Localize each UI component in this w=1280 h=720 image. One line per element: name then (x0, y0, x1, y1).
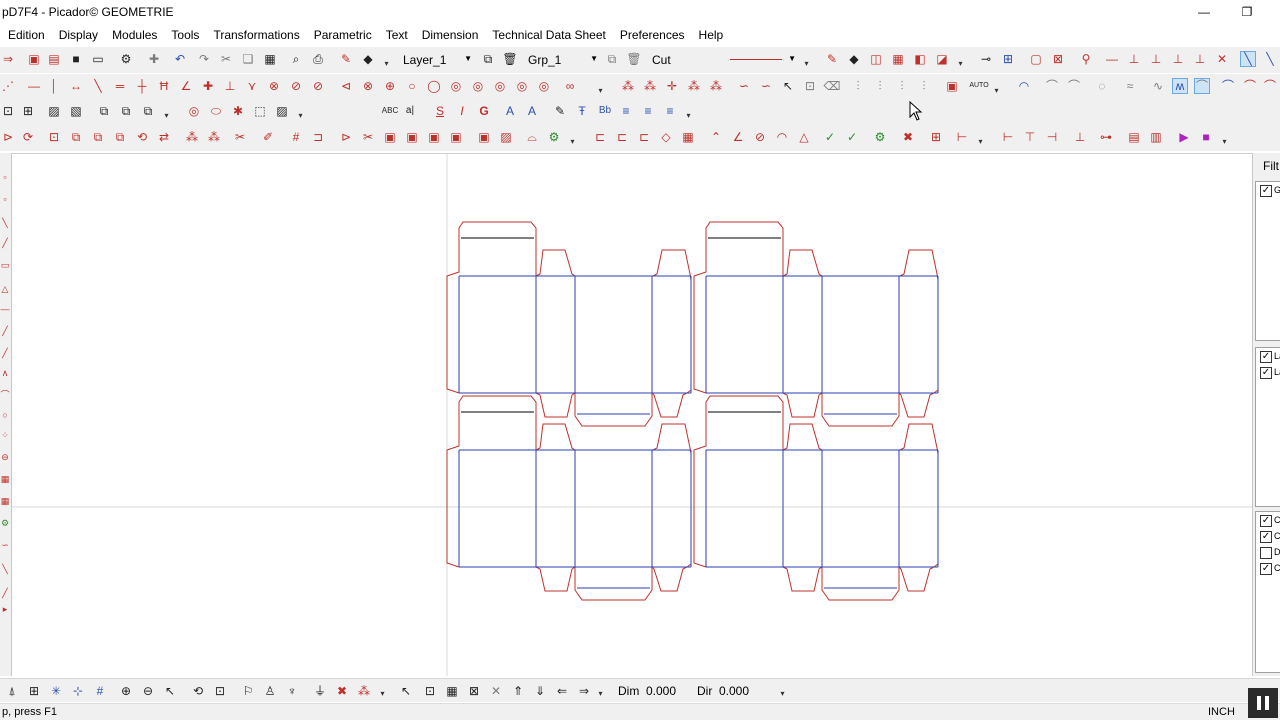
zoom-fit-icon[interactable]: ✳ (48, 683, 64, 699)
delete-pattern-icon[interactable]: ⁂ (356, 683, 372, 699)
group-list: ✓ Gr (1255, 181, 1280, 341)
toolbar-grip[interactable]: ▾ (596, 689, 605, 701)
mouse-cursor-icon (909, 101, 923, 121)
lasso-icon[interactable]: ✕ (488, 683, 504, 699)
delete-cross-icon[interactable]: ✖ (334, 683, 350, 699)
frame-select-icon[interactable]: ⊡ (422, 683, 438, 699)
layer-item-label: La (1274, 367, 1280, 377)
type-item-label: Cu (1274, 563, 1280, 573)
up-icon[interactable]: ⇑ (510, 683, 526, 699)
status-help-text: p, press F1 (2, 706, 58, 718)
zoom-pointer-icon[interactable]: ↖ (162, 683, 178, 699)
dim-label: Dim (618, 684, 640, 698)
tree-icon[interactable]: ♆ (284, 683, 300, 699)
dir-label: Dir (697, 684, 713, 698)
line-type-list: ✓ Cu ✓ Cr Di ✓ Cu (1255, 511, 1280, 673)
layer-visibility-icon[interactable]: ⚐ (240, 683, 256, 699)
down-icon[interactable]: ⇓ (532, 683, 548, 699)
zoom-extent-icon[interactable]: ⊡ (212, 683, 228, 699)
layer-item-label: La (1274, 351, 1280, 361)
right-icon[interactable]: ⇒ (576, 683, 592, 699)
group-checkbox[interactable]: ✓ (1260, 185, 1272, 197)
cut-line (446, 395, 692, 601)
pointer-icon[interactable]: ↖ (398, 683, 414, 699)
grid-toggle-icon[interactable]: # (92, 683, 108, 699)
table-select-icon[interactable]: ▦ (444, 683, 460, 699)
type-checkbox[interactable]: ✓ (1260, 531, 1272, 543)
type-item-label: Di (1274, 547, 1280, 557)
bottom-toolbar: ⍋ ⊞ ✳ ⊹ # ⊕ ⊖ ↖ ⟲ ⊡ ⚐ ♙ ♆ ⏚ ✖ ⁂ ▾ ↖ ⊡ ▦ … (0, 678, 1280, 702)
group-item-label: Gr (1274, 185, 1280, 195)
zoom-previous-icon[interactable]: ⟲ (190, 683, 206, 699)
toolbar-grip[interactable]: ▾ (778, 689, 787, 701)
dim-value[interactable]: 0.000 (646, 684, 676, 698)
type-checkbox[interactable]: ✓ (1260, 515, 1272, 527)
type-item-label: Cr (1274, 531, 1280, 541)
dieline-drawing (12, 154, 1252, 676)
zoom-window-icon[interactable]: ⊹ (70, 683, 86, 699)
filter-panel: Filt ✓ Gr ✓ La ✓ La ✓ Cu ✓ Cr Di ✓ Cu (1252, 153, 1280, 676)
region-select-icon[interactable]: ⊠ (466, 683, 482, 699)
box-blanks (446, 221, 939, 601)
cut-line (693, 395, 939, 601)
layer-list: ✓ La ✓ La (1255, 347, 1280, 507)
status-units: INCH (1208, 706, 1235, 718)
figure-icon[interactable]: ♙ (262, 683, 278, 699)
pan-icon[interactable]: ⍋ (4, 683, 20, 699)
filter-label: Filt (1263, 159, 1279, 173)
type-item-label: Cu (1274, 515, 1280, 525)
type-checkbox[interactable]: ✓ (1260, 563, 1272, 575)
pause-button[interactable] (1248, 688, 1278, 718)
cut-line (446, 221, 692, 427)
zoom-out-icon[interactable]: ⊖ (140, 683, 156, 699)
toolbar-grip[interactable]: ▾ (378, 689, 387, 701)
filter-icon[interactable]: ⏚ (312, 683, 328, 699)
dir-value[interactable]: 0.000 (719, 684, 749, 698)
layer-checkbox[interactable]: ✓ (1260, 367, 1272, 379)
zoom-in-icon[interactable]: ⊕ (118, 683, 134, 699)
cut-line (693, 221, 939, 427)
type-checkbox[interactable] (1260, 547, 1272, 559)
layer-checkbox[interactable]: ✓ (1260, 351, 1272, 363)
left-icon[interactable]: ⇐ (554, 683, 570, 699)
zoom-all-icon[interactable]: ⊞ (26, 683, 42, 699)
status-bar: p, press F1 INCH (0, 703, 1280, 720)
